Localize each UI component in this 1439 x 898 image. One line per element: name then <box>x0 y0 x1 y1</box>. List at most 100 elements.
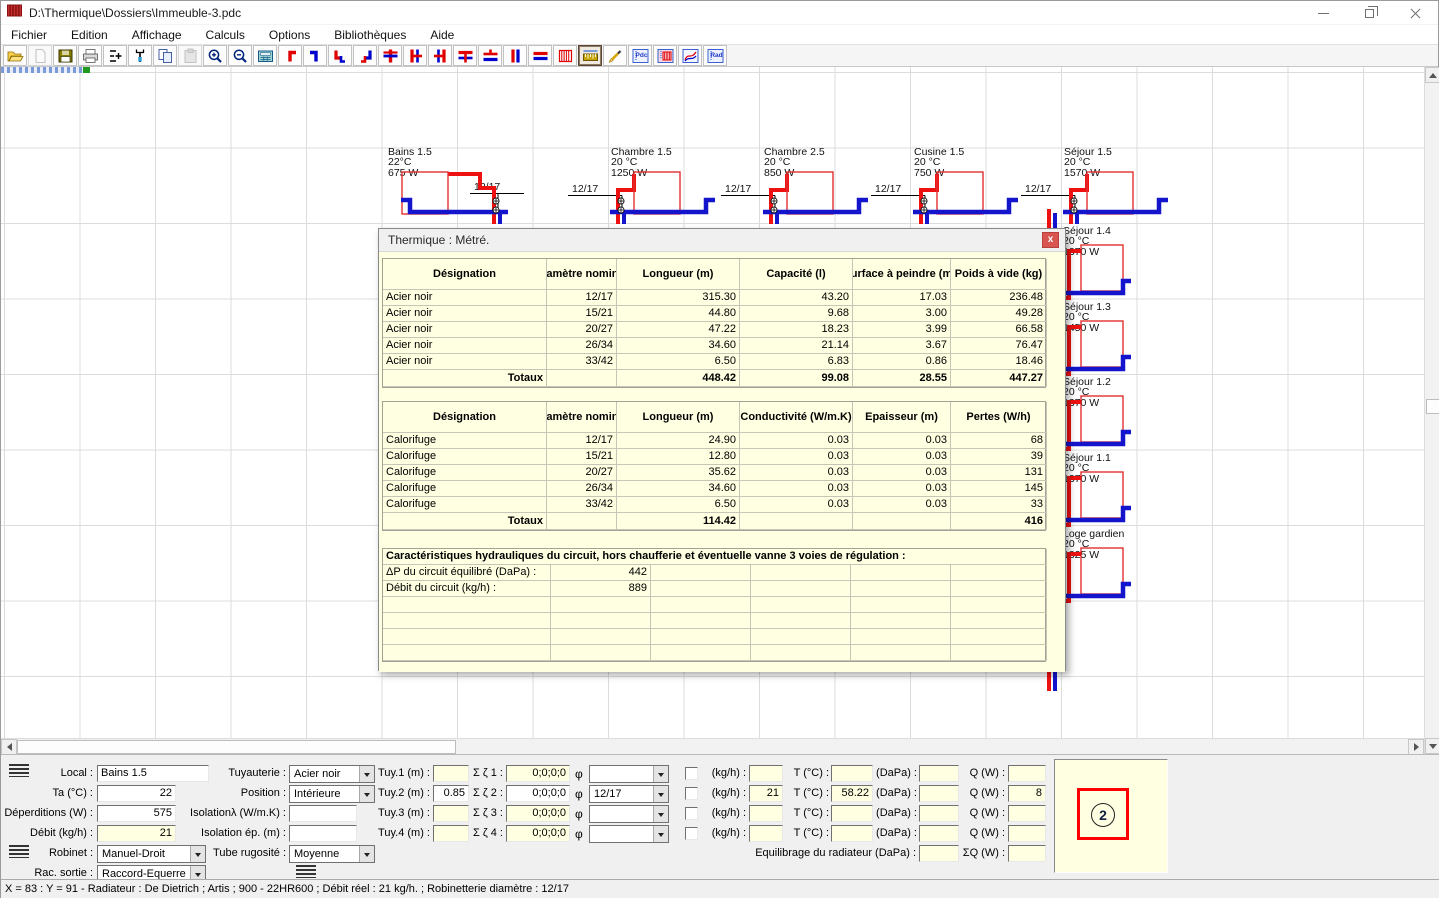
menu-item-options[interactable]: Options <box>269 28 310 42</box>
input-dapa-4[interactable] <box>919 825 959 842</box>
input-dapa-3[interactable] <box>919 805 959 822</box>
toolbar-calculator-button[interactable] <box>253 45 277 66</box>
dialog-title-bar[interactable]: Thermique : Métré. x <box>379 229 1065 252</box>
room-unit-s-jour-1-4[interactable]: Séjour 1.420 °C1370 W <box>1061 223 1135 308</box>
checkbox-flow-row-2[interactable] <box>685 787 698 800</box>
input-q-w-4[interactable] <box>1008 825 1046 842</box>
select-tube-rugosit[interactable]: Moyenne <box>289 845 375 863</box>
input-isolation-w-m-k[interactable] <box>289 805 357 822</box>
menu-item-affichage[interactable]: Affichage <box>132 28 182 42</box>
toolbar-curves-window-button[interactable] <box>678 45 702 66</box>
input-zeta-4[interactable]: 0;0;0;0 <box>506 825 570 842</box>
toolbar-rad-window-button[interactable]: Rad <box>703 45 727 66</box>
menu-item-aide[interactable]: Aide <box>430 28 454 42</box>
toolbar-draw-tool-button[interactable] <box>603 45 627 66</box>
list-icon[interactable] <box>296 865 316 878</box>
input-t-c-1[interactable] <box>831 765 873 782</box>
toolbar-pipe-valve-tool-button[interactable] <box>128 45 152 66</box>
toolbar-save-button[interactable] <box>53 45 77 66</box>
toolbar-copy-button[interactable] <box>153 45 177 66</box>
input-tuy-4-m[interactable] <box>433 825 469 842</box>
room-unit-s-jour-1-2[interactable]: Séjour 1.220 °C1370 W <box>1061 374 1135 459</box>
room-unit-cusine-1-5[interactable]: Cusine 1.520 °C750 W12/17 <box>869 144 1039 229</box>
toolbar-pipe-corner-blue-red-button[interactable] <box>353 45 377 66</box>
input-kg-h-1[interactable] <box>749 765 783 782</box>
vertical-scrollbar[interactable] <box>1424 67 1439 754</box>
minimize-button[interactable] <box>1300 1 1346 25</box>
vertical-scroll-thumb[interactable] <box>1426 399 1439 414</box>
toolbar-pipe-elbow-red-button[interactable] <box>278 45 302 66</box>
toolbar-paste-button[interactable] <box>178 45 202 66</box>
select-diameter-2[interactable]: 12/17 <box>589 785 669 803</box>
select-diameter-3[interactable] <box>589 805 669 823</box>
toolbar-pipe-cross-button[interactable] <box>378 45 402 66</box>
toolbar-measure-ruler-button[interactable] <box>578 45 602 66</box>
toolbar-open-file-button[interactable] <box>3 45 27 66</box>
input-t-c-4[interactable] <box>831 825 873 842</box>
toolbar-pipes-horizontal-button[interactable] <box>528 45 552 66</box>
toolbar-pipe-tee-up-button[interactable] <box>478 45 502 66</box>
toolbar-radiator-window-button[interactable] <box>653 45 677 66</box>
toolbar-pipes-vertical-button[interactable] <box>503 45 527 66</box>
horizontal-scrollbar[interactable] <box>1 738 1424 754</box>
scroll-left-button[interactable] <box>1 739 17 755</box>
input-tuy-1-m[interactable] <box>433 765 469 782</box>
select-position[interactable]: Intérieure <box>289 785 375 803</box>
checkbox-flow-row-4[interactable] <box>685 827 698 840</box>
toolbar-zoom-out-button[interactable] <box>228 45 252 66</box>
toolbar-pipe-tee-right-button[interactable] <box>403 45 427 66</box>
restore-button[interactable] <box>1346 1 1392 25</box>
scroll-up-button[interactable] <box>1425 67 1439 83</box>
toolbar-pipe-corner-red-blue-button[interactable] <box>328 45 352 66</box>
toolbar-pdc-window-button[interactable]: Pdc <box>628 45 652 66</box>
input-kg-h-4[interactable] <box>749 825 783 842</box>
room-unit-chambre-2-5[interactable]: Chambre 2.520 °C850 W12/17 <box>719 144 889 229</box>
input-tuy-3-m[interactable] <box>433 805 469 822</box>
toolbar-pipe-node-edit-button[interactable] <box>103 45 127 66</box>
horizontal-scroll-thumb[interactable] <box>17 740 456 754</box>
select-tuyauterie[interactable]: Acier noir <box>289 765 375 783</box>
toolbar-pipe-elbow-blue-button[interactable] <box>303 45 327 66</box>
toolbar-zoom-in-button[interactable] <box>203 45 227 66</box>
toolbar-new-file-button[interactable] <box>28 45 52 66</box>
input-zeta-3[interactable]: 0;0;0;0 <box>506 805 570 822</box>
input-q-w-1[interactable] <box>1008 765 1046 782</box>
toolbar-print-button[interactable] <box>78 45 102 66</box>
input-kg-h-3[interactable] <box>749 805 783 822</box>
select-diameter-4[interactable] <box>589 825 669 843</box>
menu-item-calculs[interactable]: Calculs <box>206 28 245 42</box>
menu-item-edition[interactable]: Edition <box>71 28 108 42</box>
select-diameter-1[interactable] <box>589 765 669 783</box>
input-sum-q[interactable] <box>1008 845 1046 862</box>
input-dapa-1[interactable] <box>919 765 959 782</box>
input-dapa-2[interactable] <box>919 785 959 802</box>
input-t-c-3[interactable] <box>831 805 873 822</box>
toolbar-radiator-tool-button[interactable] <box>553 45 577 66</box>
toolbar-pipe-tee-down-button[interactable] <box>453 45 477 66</box>
room-unit-s-jour-1-3[interactable]: Séjour 1.320 °C1450 W <box>1061 299 1135 384</box>
input-zeta-2[interactable]: 0;0;0;0 <box>506 785 570 802</box>
input-tuy-2-m[interactable]: 0.85 <box>433 785 469 802</box>
checkbox-flow-row-3[interactable] <box>685 807 698 820</box>
menu-item-bibliothques[interactable]: Bibliothèques <box>334 28 406 42</box>
room-unit-s-jour-1-5[interactable]: Séjour 1.520 °C1570 W12/17 <box>1019 144 1189 229</box>
input-equilibrage[interactable] <box>919 845 959 862</box>
close-button[interactable] <box>1392 1 1438 25</box>
input-q-w-3[interactable] <box>1008 805 1046 822</box>
input-kg-h-2[interactable]: 21 <box>749 785 783 802</box>
input-isolation-p-m[interactable] <box>289 825 357 842</box>
input-zeta-1[interactable]: 0;0;0;0 <box>506 765 570 782</box>
scroll-down-button[interactable] <box>1425 738 1439 754</box>
room-unit-chambre-1-5[interactable]: Chambre 1.520 °C1250 W12/17 <box>566 144 736 229</box>
room-unit-s-jour-1-1[interactable]: Séjour 1.120 °C1370 W <box>1061 450 1135 535</box>
room-unit-bains-1-5[interactable]: Bains 1.522°C675 W12/17 <box>386 144 556 229</box>
menu-item-fichier[interactable]: Fichier <box>11 28 47 42</box>
scroll-right-button[interactable] <box>1408 739 1424 755</box>
table-cell: 0.03 <box>853 481 951 497</box>
toolbar-pipe-tee-left-button[interactable] <box>428 45 452 66</box>
checkbox-flow-row-1[interactable] <box>685 767 698 780</box>
input-q-w-2[interactable]: 8 <box>1008 785 1046 802</box>
room-unit-loge-gardien[interactable]: Loge gardien20 °C1325 W <box>1061 526 1135 611</box>
input-t-c-2[interactable]: 58.22 <box>831 785 873 802</box>
dialog-close-button[interactable]: x <box>1042 232 1059 248</box>
